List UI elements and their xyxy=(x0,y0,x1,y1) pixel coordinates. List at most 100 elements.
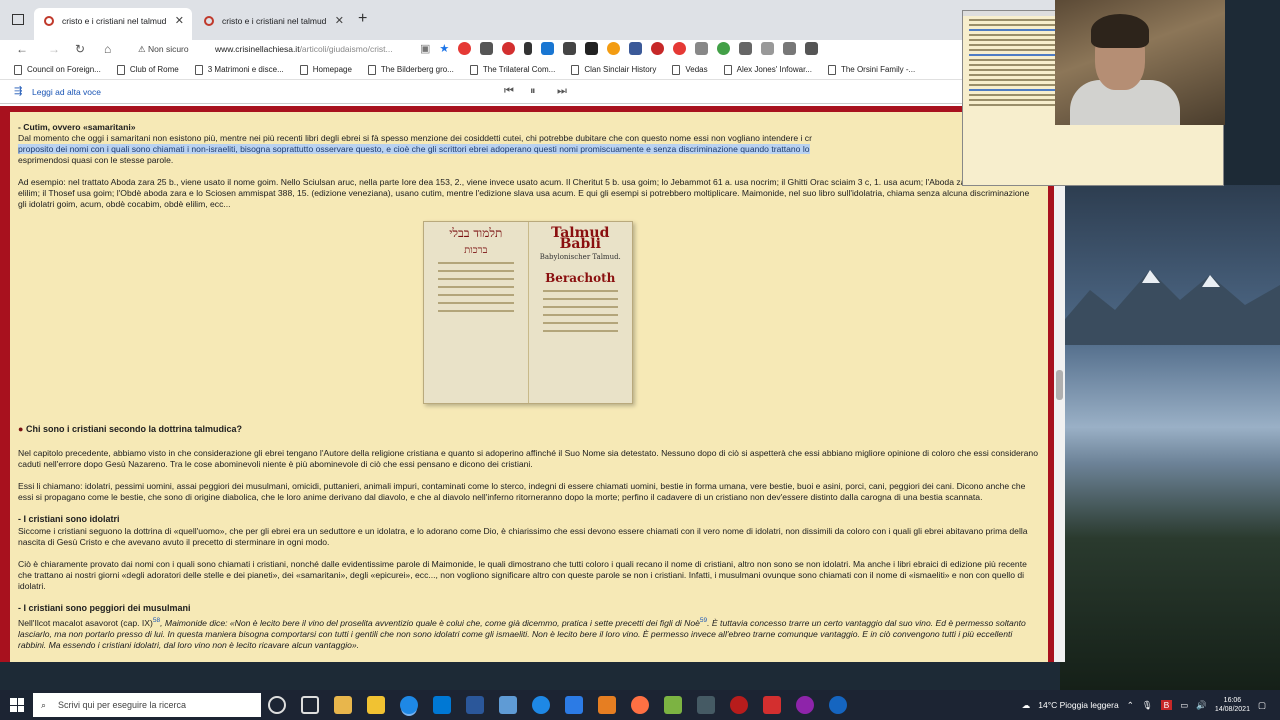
clock[interactable]: 16:06 14/08/2021 xyxy=(1215,696,1250,714)
taskbar-apps xyxy=(268,696,847,714)
extension-icon[interactable] xyxy=(805,42,819,55)
bullet-icon: ● xyxy=(18,424,24,434)
extension-icon[interactable] xyxy=(480,42,494,55)
extension-icon[interactable] xyxy=(585,42,599,55)
extension-icon[interactable] xyxy=(673,42,687,55)
edge-icon[interactable] xyxy=(400,696,418,714)
article-content: - Cutim, ovvero «samaritani» Dal momento… xyxy=(10,112,1048,662)
bookmark-item[interactable]: Council on Foreign... xyxy=(14,64,101,75)
close-tab-icon[interactable]: ✕ xyxy=(335,8,344,34)
bookmark-item[interactable]: Homepage xyxy=(299,64,352,75)
mail-icon[interactable] xyxy=(433,696,451,714)
next-paragraph-icon[interactable]: ⏭ xyxy=(557,85,567,98)
forward-icon[interactable]: → xyxy=(48,42,60,56)
network-icon[interactable]: ▭ xyxy=(1180,700,1188,711)
taskbar-search-input[interactable]: ⌕ Scrivi qui per eseguire la ricerca xyxy=(33,693,261,717)
page-scrollbar[interactable] xyxy=(1054,106,1065,662)
word-icon[interactable] xyxy=(466,696,484,714)
bookmark-item[interactable]: The Trilateral Com... xyxy=(469,64,555,75)
book-left-title: תלמוד בבלי xyxy=(449,226,503,240)
paragraph-text: Essi li chiamano: idolatri, pessimi uomi… xyxy=(18,481,1026,502)
extension-icon[interactable] xyxy=(629,42,643,55)
extension-icon[interactable] xyxy=(607,42,621,55)
extension-icon[interactable] xyxy=(739,42,753,55)
pause-icon[interactable]: ⏸ xyxy=(530,85,536,98)
page-icon xyxy=(14,64,22,75)
tab-active[interactable]: cristo e i cristiani nel talmud ✕ xyxy=(34,8,192,40)
page-icon xyxy=(571,64,580,75)
scrollbar-thumb[interactable] xyxy=(1056,370,1063,400)
start-button[interactable] xyxy=(10,698,24,712)
reader-view-icon[interactable]: ▣ xyxy=(420,42,430,55)
paragraph-text: Ad esempio: nel trattato Aboda zara 25 b… xyxy=(18,177,1030,209)
address-bar[interactable]: www.crisinellachiesa.it/articoli/giudais… xyxy=(215,44,393,54)
internet-explorer-icon[interactable] xyxy=(532,696,550,714)
notifications-icon[interactable]: ▢ xyxy=(1258,700,1266,711)
extension-icon[interactable] xyxy=(717,42,731,55)
paragraph-text: esprimendosi quasi con le stesse parole. xyxy=(18,155,174,165)
read-aloud-label[interactable]: Leggi ad alta voce xyxy=(32,87,101,97)
app-icon[interactable] xyxy=(565,696,583,714)
cortana-icon[interactable] xyxy=(268,696,286,714)
app-icon[interactable] xyxy=(664,696,682,714)
bookmark-item[interactable]: The Bilderberg gro... xyxy=(367,64,454,75)
new-tab-button[interactable]: + xyxy=(358,10,367,28)
paragraph-text: Nel capitolo precedente, abbiamo visto i… xyxy=(18,448,1038,469)
tab-inactive[interactable]: cristo e i cristiani nel talmud ✕ xyxy=(194,8,352,40)
book-left-subtitle: ברכות xyxy=(464,245,488,256)
extension-icon[interactable] xyxy=(783,42,797,55)
read-aloud-bar: ⇶ Leggi ad alta voce ⏮ ⏸ ⏭ xyxy=(0,80,1064,104)
cutim-heading: - Cutim, ovvero «samaritani» xyxy=(18,122,136,132)
extension-icon[interactable] xyxy=(651,42,665,55)
app-icon[interactable] xyxy=(829,696,847,714)
extension-icon[interactable] xyxy=(563,42,577,55)
previous-paragraph-icon[interactable]: ⏮ xyxy=(504,85,514,98)
url-path: /articoli/giudaismo/crist... xyxy=(299,44,393,54)
task-view-icon[interactable] xyxy=(301,696,319,714)
volume-icon[interactable]: 🔊 xyxy=(1196,700,1207,711)
store-icon[interactable] xyxy=(367,696,385,714)
web-page: - Cutim, ovvero «samaritani» Dal momento… xyxy=(0,106,1054,662)
book-right-title: Talmud Babli xyxy=(551,225,610,252)
tab-strip: cristo e i cristiani nel talmud ✕ cristo… xyxy=(0,0,1064,40)
selected-text[interactable]: proposito dei nomi con i quali sono chia… xyxy=(18,144,810,154)
weather-icon: ☁ xyxy=(1021,699,1031,710)
app-icon[interactable] xyxy=(598,696,616,714)
microphone-icon[interactable]: 🎙 xyxy=(1142,700,1153,711)
extension-icon[interactable] xyxy=(541,42,555,55)
app-icon[interactable] xyxy=(499,696,517,714)
extension-icon[interactable] xyxy=(695,42,709,55)
close-tab-icon[interactable]: ✕ xyxy=(175,8,184,34)
extension-icon[interactable] xyxy=(761,42,775,55)
reload-icon[interactable]: ↻ xyxy=(75,42,85,56)
subheading-musulmani: - I cristiani sono peggiori dei musulman… xyxy=(18,603,191,613)
app-icon[interactable] xyxy=(697,696,715,714)
home-icon[interactable]: ⌂ xyxy=(104,42,111,56)
bookmark-item[interactable]: Vedas xyxy=(672,64,708,75)
bookmark-item[interactable]: The Orsini Family -... xyxy=(827,64,915,75)
book-right-subtitle: Babylonischer Talmud. xyxy=(539,253,621,261)
window-menu-icon[interactable] xyxy=(12,14,24,25)
bookmark-item[interactable]: Alex Jones' Infowar... xyxy=(723,64,812,75)
security-indicator[interactable]: ⚠ Non sicuro xyxy=(138,44,189,55)
clock-time: 16:06 xyxy=(1223,697,1242,704)
extensions-bar: ▣ ★ xyxy=(420,42,819,55)
show-hidden-icons-icon[interactable]: ⌃ xyxy=(1127,700,1134,711)
file-explorer-icon[interactable] xyxy=(334,696,352,714)
taskbar: ⌕ Scrivi qui per eseguire la ricerca ☁ 1… xyxy=(0,690,1280,720)
app-icon[interactable] xyxy=(763,696,781,714)
search-icon: ⌕ xyxy=(41,700,47,710)
app-icon[interactable] xyxy=(730,696,748,714)
extension-icon[interactable] xyxy=(502,42,516,55)
bookmark-item[interactable]: 3 Matrimoni e disce... xyxy=(194,64,284,75)
app-icon[interactable] xyxy=(796,696,814,714)
extension-icon[interactable] xyxy=(524,42,533,55)
extension-icon[interactable] xyxy=(458,42,472,55)
bookmark-item[interactable]: Clan Sinclair History xyxy=(571,64,656,75)
bookmark-item[interactable]: Club of Rome xyxy=(116,64,179,75)
tray-app-icon[interactable]: B xyxy=(1160,700,1173,710)
firefox-icon[interactable] xyxy=(631,696,649,714)
weather-label[interactable]: 14°C Pioggia leggera xyxy=(1038,700,1118,710)
favorite-star-icon[interactable]: ★ xyxy=(439,42,449,55)
back-icon[interactable]: ← xyxy=(16,42,28,56)
